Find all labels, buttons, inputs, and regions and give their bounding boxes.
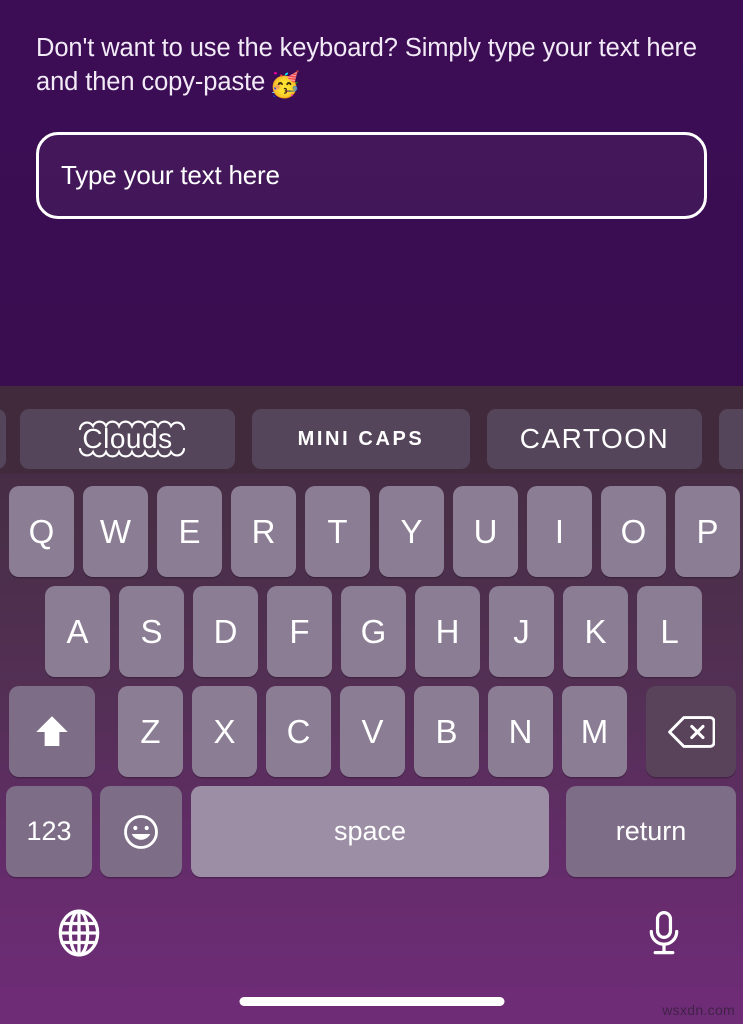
return-key[interactable]: return: [566, 786, 736, 877]
key-o[interactable]: O: [601, 486, 666, 577]
text-input-container[interactable]: [36, 132, 707, 219]
numeric-key[interactable]: 123: [6, 786, 92, 877]
emoji-key[interactable]: [100, 786, 182, 877]
key-c[interactable]: C: [266, 686, 331, 777]
globe-icon: [52, 906, 106, 960]
key-p[interactable]: P: [675, 486, 740, 577]
shift-key[interactable]: [9, 686, 95, 777]
backspace-key[interactable]: [646, 686, 736, 777]
key-i[interactable]: I: [527, 486, 592, 577]
key-e[interactable]: E: [157, 486, 222, 577]
font-style-suggestion-strip[interactable]: Clouds MINI CAPS CARTOON: [0, 386, 743, 474]
key-label: B: [435, 712, 458, 750]
keyboard-row-3: ZXCVBNM: [0, 686, 743, 784]
shift-arrow-icon: [9, 686, 95, 777]
key-q[interactable]: Q: [9, 486, 74, 577]
text-input[interactable]: [61, 135, 690, 216]
key-label: M: [580, 712, 609, 750]
key-v[interactable]: V: [340, 686, 405, 777]
keyboard-row-1: QWERTYUIOP: [0, 486, 743, 584]
key-u[interactable]: U: [453, 486, 518, 577]
key-h[interactable]: H: [415, 586, 480, 677]
keyboard-bottom-bar: [0, 888, 743, 1024]
key-f[interactable]: F: [267, 586, 332, 677]
key-label: U: [473, 512, 498, 550]
key-label: E: [178, 512, 201, 550]
globe-glyph: [58, 909, 100, 957]
partying-face-emoji-icon: 🥳: [269, 70, 301, 99]
key-label: P: [696, 512, 719, 550]
font-style-label-cartoon: CARTOON: [519, 423, 670, 454]
font-style-chip-clouds[interactable]: Clouds: [20, 409, 235, 469]
key-w[interactable]: W: [83, 486, 148, 577]
prompt-heading: Don't want to use the keyboard? Simply t…: [36, 32, 708, 102]
phone-screen: Don't want to use the keyboard? Simply t…: [0, 0, 743, 1024]
space-key-label: space: [333, 816, 407, 846]
key-label: K: [584, 612, 607, 650]
smiley-face-icon: [100, 786, 182, 877]
keyboard: Clouds MINI CAPS CARTOON Q W E R T Y U I O P A S D F…: [0, 386, 743, 1024]
key-label: N: [508, 712, 533, 750]
key-label: R: [251, 512, 276, 550]
key-label: A: [66, 612, 89, 650]
key-label: F: [289, 612, 310, 650]
key-x[interactable]: X: [192, 686, 257, 777]
watermark: wsxdn.com: [662, 1002, 735, 1018]
key-label: D: [213, 612, 238, 650]
key-k[interactable]: K: [563, 586, 628, 677]
key-label: J: [513, 612, 530, 650]
key-t[interactable]: T: [305, 486, 370, 577]
key-label: H: [435, 612, 460, 650]
keyboard-row-4: 123 space return: [0, 786, 743, 884]
key-d[interactable]: D: [193, 586, 258, 677]
smiley-face-glyph: [124, 814, 158, 849]
globe-key[interactable]: [52, 906, 106, 960]
key-label: T: [327, 512, 348, 550]
backspace-icon: [646, 686, 736, 777]
app-content-area: Don't want to use the keyboard? Simply t…: [0, 0, 743, 386]
font-style-chip-cartoon[interactable]: CARTOON: [487, 409, 702, 469]
font-style-chip-partial-left[interactable]: [0, 409, 6, 469]
key-z[interactable]: Z: [118, 686, 183, 777]
keyboard-row-2: ASDFGHJKL: [0, 586, 743, 684]
key-j[interactable]: J: [489, 586, 554, 677]
key-label: C: [286, 712, 311, 750]
key-b[interactable]: B: [414, 686, 479, 777]
key-r[interactable]: R: [231, 486, 296, 577]
shift-arrow-glyph: [36, 715, 68, 746]
key-label: G: [360, 612, 387, 650]
key-label: Y: [400, 512, 423, 550]
return-key-label: return: [615, 816, 687, 846]
key-label: X: [213, 712, 236, 750]
prompt-heading-text: Don't want to use the keyboard? Simply t…: [36, 34, 698, 96]
font-style-label-clouds: Clouds: [82, 423, 173, 454]
font-style-chip-mini-caps[interactable]: MINI CAPS: [252, 409, 470, 469]
font-style-label-mini-caps: MINI CAPS: [297, 427, 425, 450]
key-label: I: [554, 512, 565, 550]
numeric-key-label: 123: [26, 816, 72, 846]
key-label: O: [620, 512, 647, 550]
key-l[interactable]: L: [637, 586, 702, 677]
key-label: V: [361, 712, 384, 750]
key-label: Z: [140, 712, 161, 750]
microphone-key[interactable]: [637, 906, 691, 960]
key-label: Q: [28, 512, 55, 550]
key-label: W: [99, 512, 132, 550]
font-style-chip-partial-right[interactable]: [719, 409, 743, 469]
microphone-icon: [637, 906, 691, 960]
clouds-style-preview: Clouds: [78, 420, 186, 458]
key-s[interactable]: S: [119, 586, 184, 677]
key-n[interactable]: N: [488, 686, 553, 777]
microphone-glyph: [649, 910, 679, 955]
key-m[interactable]: M: [562, 686, 627, 777]
space-key[interactable]: space: [191, 786, 549, 877]
key-label: L: [660, 612, 679, 650]
backspace-glyph: [668, 715, 715, 748]
key-a[interactable]: A: [45, 586, 110, 677]
home-indicator[interactable]: [239, 997, 504, 1006]
key-g[interactable]: G: [341, 586, 406, 677]
key-label: S: [140, 612, 163, 650]
key-y[interactable]: Y: [379, 486, 444, 577]
